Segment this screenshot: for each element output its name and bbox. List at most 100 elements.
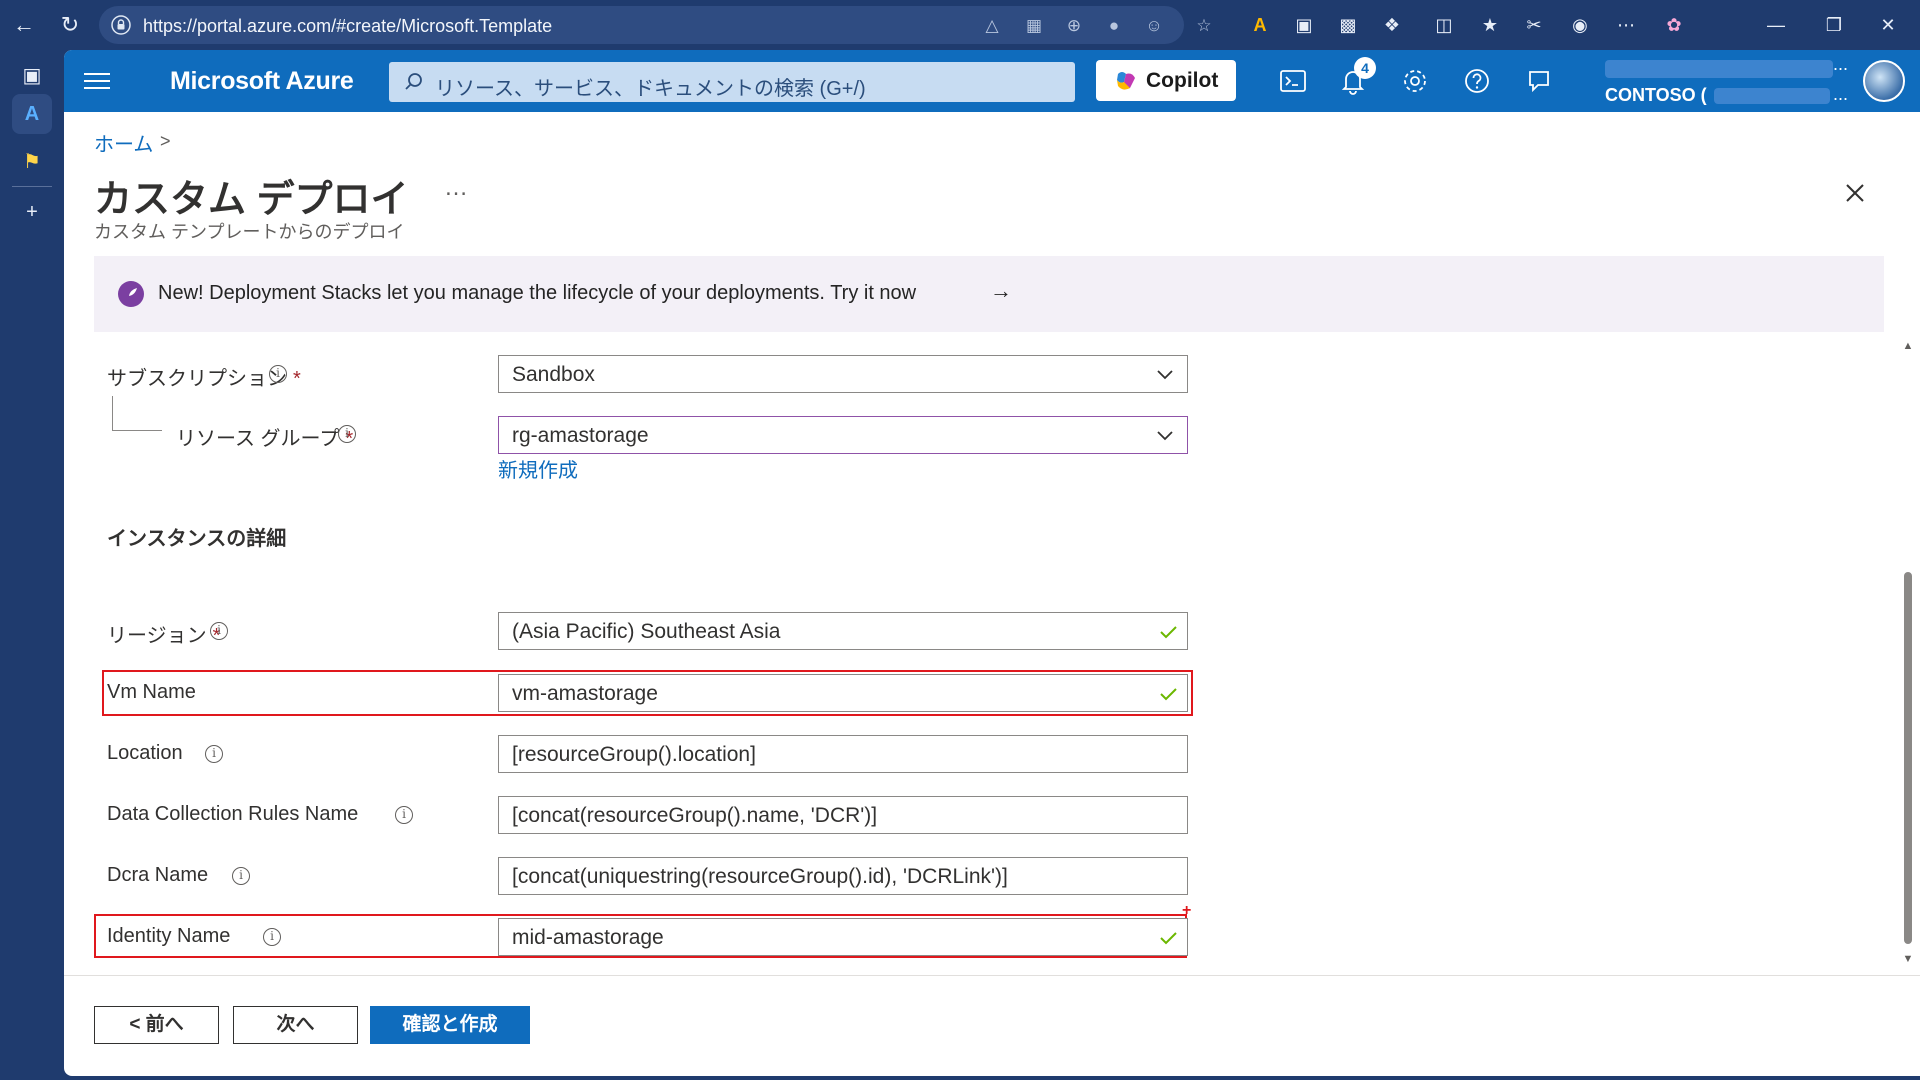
red-cursor-mark-icon: + — [1182, 902, 1192, 919]
scroll-down-icon[interactable]: ▼ — [1902, 953, 1914, 965]
back-icon[interactable]: ← — [8, 9, 40, 41]
restore-icon[interactable]: ❐ — [1820, 11, 1848, 39]
next-button[interactable]: 次へ — [233, 1006, 358, 1044]
vm-name-input[interactable]: vm-amastorage — [498, 674, 1188, 712]
screenshot-icon[interactable]: ✂ — [1520, 11, 1548, 39]
tenant-name-redacted — [1714, 88, 1830, 104]
chevron-down-icon — [1157, 370, 1173, 380]
split-screen-icon[interactable]: ◫ — [1430, 11, 1458, 39]
page-subtitle: カスタム テンプレートからのデプロイ — [94, 222, 405, 242]
refresh-icon[interactable]: ↻ — [54, 9, 86, 41]
identity-name-input[interactable]: mid-amastorage — [498, 918, 1188, 956]
location-info-icon[interactable]: i — [205, 745, 223, 763]
breadcrumb-chevron-icon: > — [160, 131, 171, 151]
location-value: [resourceGroup().location] — [512, 743, 756, 766]
hamburger-menu-icon[interactable] — [84, 68, 110, 94]
zoom-icon[interactable]: ⊕ — [1063, 15, 1085, 37]
browser-essentials-icon[interactable]: ◉ — [1566, 11, 1594, 39]
vm-name-value: vm-amastorage — [512, 682, 658, 705]
region-value: (Asia Pacific) Southeast Asia — [512, 620, 781, 643]
address-bar[interactable]: https://portal.azure.com/#create/Microso… — [99, 6, 1212, 44]
tree-connector — [112, 396, 113, 430]
tracking-prevention-icon[interactable]: △ — [981, 15, 1003, 37]
previous-button[interactable]: < 前へ — [94, 1006, 219, 1044]
portal-top-nav: Microsoft Azure リソース、サービス、ドキュメントの検索 (G+/… — [64, 50, 1920, 112]
feedback-icon[interactable] — [1522, 64, 1556, 98]
check-icon — [1160, 626, 1177, 639]
region-dropdown[interactable]: (Asia Pacific) Southeast Asia — [498, 612, 1188, 650]
resource-group-dropdown[interactable]: rg-amastorage — [498, 416, 1188, 454]
url-text: https://portal.azure.com/#create/Microso… — [143, 16, 553, 36]
arrow-right-icon[interactable]: → — [990, 278, 1012, 304]
favorites-icon[interactable]: ★ — [1476, 11, 1504, 39]
identity-name-value: mid-amastorage — [512, 926, 664, 949]
chevron-down-icon — [1157, 431, 1173, 441]
subscription-dropdown[interactable]: Sandbox — [498, 355, 1188, 393]
deployment-stacks-banner[interactable]: New! Deployment Stacks let you manage th… — [94, 256, 1884, 332]
copilot-label: Copilot — [1146, 69, 1219, 92]
extension-a-icon[interactable]: A — [1246, 11, 1274, 39]
settings-gear-icon[interactable] — [1398, 64, 1432, 98]
apps-icon[interactable]: ▦ — [1023, 15, 1045, 37]
vm-name-label: Vm Name — [107, 681, 196, 703]
azure-portal: Microsoft Azure リソース、サービス、ドキュメントの検索 (G+/… — [64, 50, 1920, 1076]
scrollbar-thumb[interactable] — [1904, 572, 1912, 944]
copilot-logo-icon — [1117, 72, 1135, 90]
lock-icon — [111, 15, 131, 35]
dcra-name-input[interactable]: [concat(uniquestring(resourceGroup().id)… — [498, 857, 1188, 895]
region-label: リージョン * — [107, 625, 221, 647]
location-label: Location — [107, 742, 183, 764]
copilot-button[interactable]: Copilot — [1096, 60, 1236, 101]
resource-group-label: リソース グループ * — [176, 428, 354, 450]
pinned-tab-icon[interactable]: ⚑ — [12, 142, 52, 182]
dcra-name-value: [concat(uniquestring(resourceGroup().id)… — [512, 865, 1008, 888]
page-title: カスタム デプロイ — [94, 179, 409, 221]
location-input[interactable]: [resourceGroup().location] — [498, 735, 1188, 773]
tenant-ellipsis: ... — [1833, 84, 1849, 104]
favorite-star-icon[interactable]: ☆ — [1193, 15, 1215, 37]
tabs-icon[interactable]: ▣ — [12, 56, 52, 96]
extension-notes-icon[interactable]: ▣ — [1290, 11, 1318, 39]
help-icon[interactable] — [1460, 64, 1494, 98]
portal-brand[interactable]: Microsoft Azure — [170, 67, 354, 96]
minimize-icon[interactable]: — — [1762, 11, 1790, 39]
identity-name-label: Identity Name — [107, 925, 231, 947]
subscription-info-icon[interactable]: i — [269, 365, 287, 383]
region-info-icon[interactable]: i — [210, 622, 228, 640]
scroll-up-icon[interactable]: ▲ — [1902, 340, 1914, 352]
dcr-name-value: [concat(resourceGroup().name, 'DCR')] — [512, 804, 878, 827]
close-window-icon[interactable]: ✕ — [1874, 11, 1902, 39]
extension-translate-icon[interactable]: ▩ — [1334, 11, 1362, 39]
account-email-redacted[interactable] — [1605, 60, 1833, 78]
dcr-name-info-icon[interactable]: i — [395, 806, 413, 824]
breadcrumb-home[interactable]: ホーム — [94, 128, 153, 157]
resource-group-value: rg-amastorage — [512, 424, 649, 447]
search-icon — [405, 73, 422, 90]
more-options-button[interactable]: … — [444, 174, 468, 202]
cloud-shell-icon[interactable] — [1276, 64, 1310, 98]
tree-connector-horizontal — [112, 430, 162, 431]
azure-tab-icon[interactable]: A — [12, 94, 52, 134]
create-new-resource-group-link[interactable]: 新規作成 — [498, 454, 578, 483]
emoji-icon[interactable]: ☺ — [1143, 15, 1165, 37]
new-tab-icon[interactable]: + — [12, 192, 52, 232]
extensions-puzzle-icon[interactable]: ❖ — [1378, 11, 1406, 39]
profile-shield-icon[interactable]: ● — [1103, 15, 1125, 37]
resource-group-info-icon[interactable]: i — [338, 425, 356, 443]
notification-count-badge: 4 — [1354, 57, 1376, 79]
tenant-label[interactable]: CONTOSO ( — [1605, 85, 1707, 106]
dcra-name-info-icon[interactable]: i — [232, 867, 250, 885]
identity-name-info-icon[interactable]: i — [263, 928, 281, 946]
more-icon[interactable]: ⋯ — [1612, 11, 1640, 39]
account-ellipsis: ... — [1833, 54, 1849, 74]
sidebar-divider — [12, 186, 52, 187]
close-icon[interactable] — [1840, 178, 1870, 208]
global-search-input[interactable]: リソース、サービス、ドキュメントの検索 (G+/) — [389, 62, 1075, 102]
check-icon — [1160, 932, 1177, 945]
dcr-name-label: Data Collection Rules Name — [107, 803, 359, 825]
dcr-name-input[interactable]: [concat(resourceGroup().name, 'DCR')] — [498, 796, 1188, 834]
edge-copilot-icon[interactable]: ✿ — [1660, 11, 1688, 39]
browser-sidebar: ▣ A ⚑ + — [0, 50, 64, 1080]
review-create-button[interactable]: 確認と作成 — [370, 1006, 530, 1044]
avatar[interactable] — [1863, 60, 1905, 102]
